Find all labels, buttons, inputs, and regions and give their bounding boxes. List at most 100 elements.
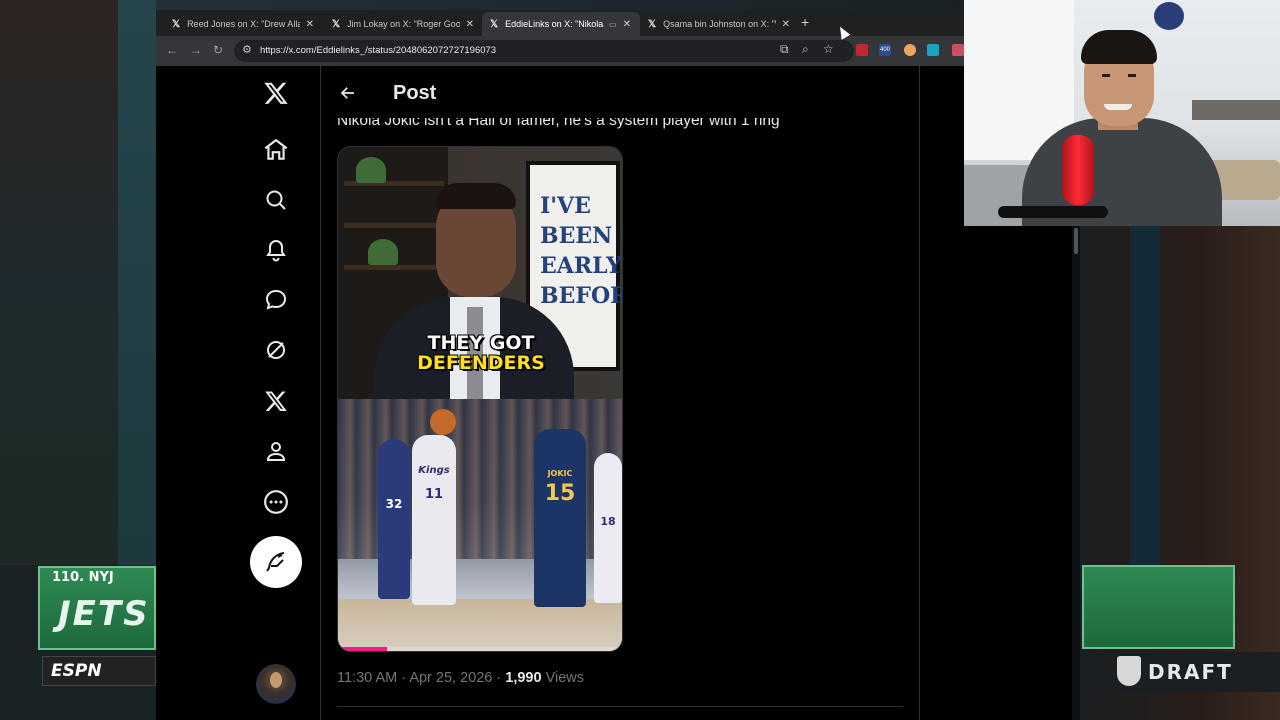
grok-icon[interactable]: [261, 335, 291, 365]
browser-tab[interactable]: 𝕏 Reed Jones on X: "Drew Allar, w ✕: [164, 12, 322, 36]
video-progress-bar[interactable]: [338, 647, 622, 651]
tweet-time[interactable]: 11:30 AM: [337, 670, 397, 686]
url-text: https://x.com/Eddielinks_/status/2048062…: [260, 45, 497, 56]
new-tab-icon[interactable]: +: [801, 14, 809, 30]
extension-icon[interactable]: [952, 44, 964, 56]
mic-arm: [998, 206, 1108, 218]
player-jokic: JOKIC 15: [534, 429, 586, 607]
home-icon[interactable]: [261, 135, 291, 165]
jersey-name: JOKIC: [547, 469, 573, 478]
draft-pick-label: 110. NYJ: [52, 570, 114, 585]
streamer-eye: [1102, 74, 1110, 77]
streamer-smile: [1104, 104, 1132, 110]
shelf-board: [344, 265, 444, 270]
extension-badge-icon[interactable]: 400: [879, 44, 891, 56]
address-bar: ← → ↻ ⚙ https://x.com/Eddielinks_/status…: [156, 36, 964, 66]
x-logo-icon: 𝕏: [648, 18, 657, 30]
column-divider: [919, 66, 920, 720]
nfl-shield-icon: [1117, 656, 1141, 686]
jersey-number: 11: [424, 487, 444, 502]
plant: [356, 157, 386, 183]
close-icon[interactable]: ✕: [623, 19, 631, 30]
shelf-board: [344, 223, 444, 228]
draft-banner-label: DRAFT: [1148, 660, 1233, 684]
url-field[interactable]: ⚙ https://x.com/Eddielinks_/status/20480…: [234, 40, 854, 62]
caption-line-1: THEY GOT: [427, 332, 535, 354]
back-icon[interactable]: ←: [166, 43, 178, 57]
tab-title: Qsama bin Johnston on X: "Wa: [663, 19, 776, 29]
tab-title: Reed Jones on X: "Drew Allar, w: [187, 19, 300, 29]
messages-icon[interactable]: [261, 285, 291, 315]
video-caption: THEY GOT DEFENDERS: [338, 332, 622, 374]
player-kings: Kings 11: [412, 435, 456, 605]
compose-feather-icon: [266, 552, 285, 572]
close-icon[interactable]: ✕: [306, 19, 314, 30]
microphone: [1062, 135, 1094, 205]
post-detail-column: Nikola Jokic isn't a Hall of famer, he's…: [321, 66, 919, 720]
tab-title: Jim Lokay on X: "Roger Goodell: [347, 19, 460, 29]
reload-icon[interactable]: ↻: [213, 43, 223, 57]
background-right-stripe: [1130, 226, 1160, 566]
back-arrow-icon[interactable]: [339, 84, 357, 107]
meta-separator: ·: [496, 670, 502, 686]
notifications-icon[interactable]: [261, 235, 291, 265]
browser-tab[interactable]: 𝕏 Qsama bin Johnston on X: "Wa ✕: [640, 12, 798, 36]
network-logo-text: ESPN: [51, 661, 102, 681]
plant: [368, 239, 398, 265]
premium-x-icon[interactable]: [261, 386, 291, 416]
views-count: 1,990: [505, 670, 542, 686]
video-top-frame: I'VE BEEN EARLY BEFORE THEY GOT DEFENDER…: [338, 147, 622, 407]
scrollbar[interactable]: [1072, 226, 1080, 720]
player-left: 32: [378, 439, 410, 599]
forward-icon[interactable]: →: [190, 43, 202, 57]
scrollbar-thumb[interactable]: [1074, 228, 1078, 254]
extension-icon[interactable]: [904, 44, 916, 56]
webcam-shelf: [1192, 100, 1280, 120]
browser-window: 𝕏 Reed Jones on X: "Drew Allar, w ✕ 𝕏 Ji…: [156, 10, 964, 720]
player-far-right: 18: [594, 453, 622, 603]
browser-tab-active[interactable]: 𝕏 EddieLinks on X: "Nikola Jo ▭ ✕: [482, 12, 640, 36]
right-dark-area: [964, 226, 1072, 720]
search-icon[interactable]: [261, 185, 291, 215]
account-avatar[interactable]: [256, 664, 296, 704]
jersey-number: 18: [600, 515, 616, 528]
extension-icon[interactable]: [927, 44, 939, 56]
x-page: Nikola Jokic isn't a Hall of famer, he's…: [156, 66, 964, 720]
x-home-logo-icon[interactable]: [261, 78, 291, 108]
extension-icon[interactable]: [856, 44, 868, 56]
video-bottom-frame: 32 Kings 11 JOKIC 15 18: [338, 399, 622, 651]
tab-title: EddieLinks on X: "Nikola Jo: [505, 19, 606, 29]
x-logo-icon: 𝕏: [172, 18, 181, 30]
close-icon[interactable]: ✕: [466, 19, 474, 30]
jersey-team: Kings: [418, 465, 450, 476]
browser-tab[interactable]: 𝕏 Jim Lokay on X: "Roger Goodell ✕: [324, 12, 482, 36]
tweet-video[interactable]: I'VE BEEN EARLY BEFORE THEY GOT DEFENDER…: [337, 146, 623, 652]
tweet-meta: 11:30 AM · Apr 25, 2026 · 1,990 Views: [337, 670, 584, 686]
profile-icon[interactable]: [261, 436, 291, 466]
stream-scene: 110. NYJ JETS ESPN DRAFT 𝕏 Reed Jones on…: [0, 0, 1280, 720]
site-info-icon[interactable]: ⚙: [242, 43, 252, 56]
webcam-hat: [1154, 2, 1184, 30]
jersey-number: 32: [385, 497, 403, 511]
sticky-header-backdrop: [321, 108, 919, 118]
network-logo: ESPN: [42, 656, 156, 686]
jersey-number: 15: [544, 481, 576, 506]
media-playing-icon[interactable]: ▭: [609, 20, 617, 29]
divider: [337, 706, 903, 707]
compose-post-button[interactable]: [250, 536, 302, 588]
streamer-eye: [1128, 74, 1136, 77]
bookmark-star-icon[interactable]: ☆: [823, 42, 834, 56]
basketball: [430, 409, 456, 435]
streamer-hair: [1081, 30, 1157, 64]
background-stripe: [118, 0, 156, 570]
close-icon[interactable]: ✕: [782, 19, 790, 30]
views-label: Views: [545, 670, 585, 686]
speaker-hair: [436, 183, 516, 209]
page-title: Post: [393, 82, 437, 104]
zoom-icon[interactable]: ⌕: [802, 42, 809, 57]
more-icon[interactable]: [261, 487, 291, 517]
tweet-date[interactable]: Apr 25, 2026: [409, 670, 492, 686]
cast-icon[interactable]: ⧉: [780, 42, 789, 57]
caption-line-2: DEFENDERS: [417, 352, 545, 374]
video-progress-fill: [338, 647, 387, 651]
